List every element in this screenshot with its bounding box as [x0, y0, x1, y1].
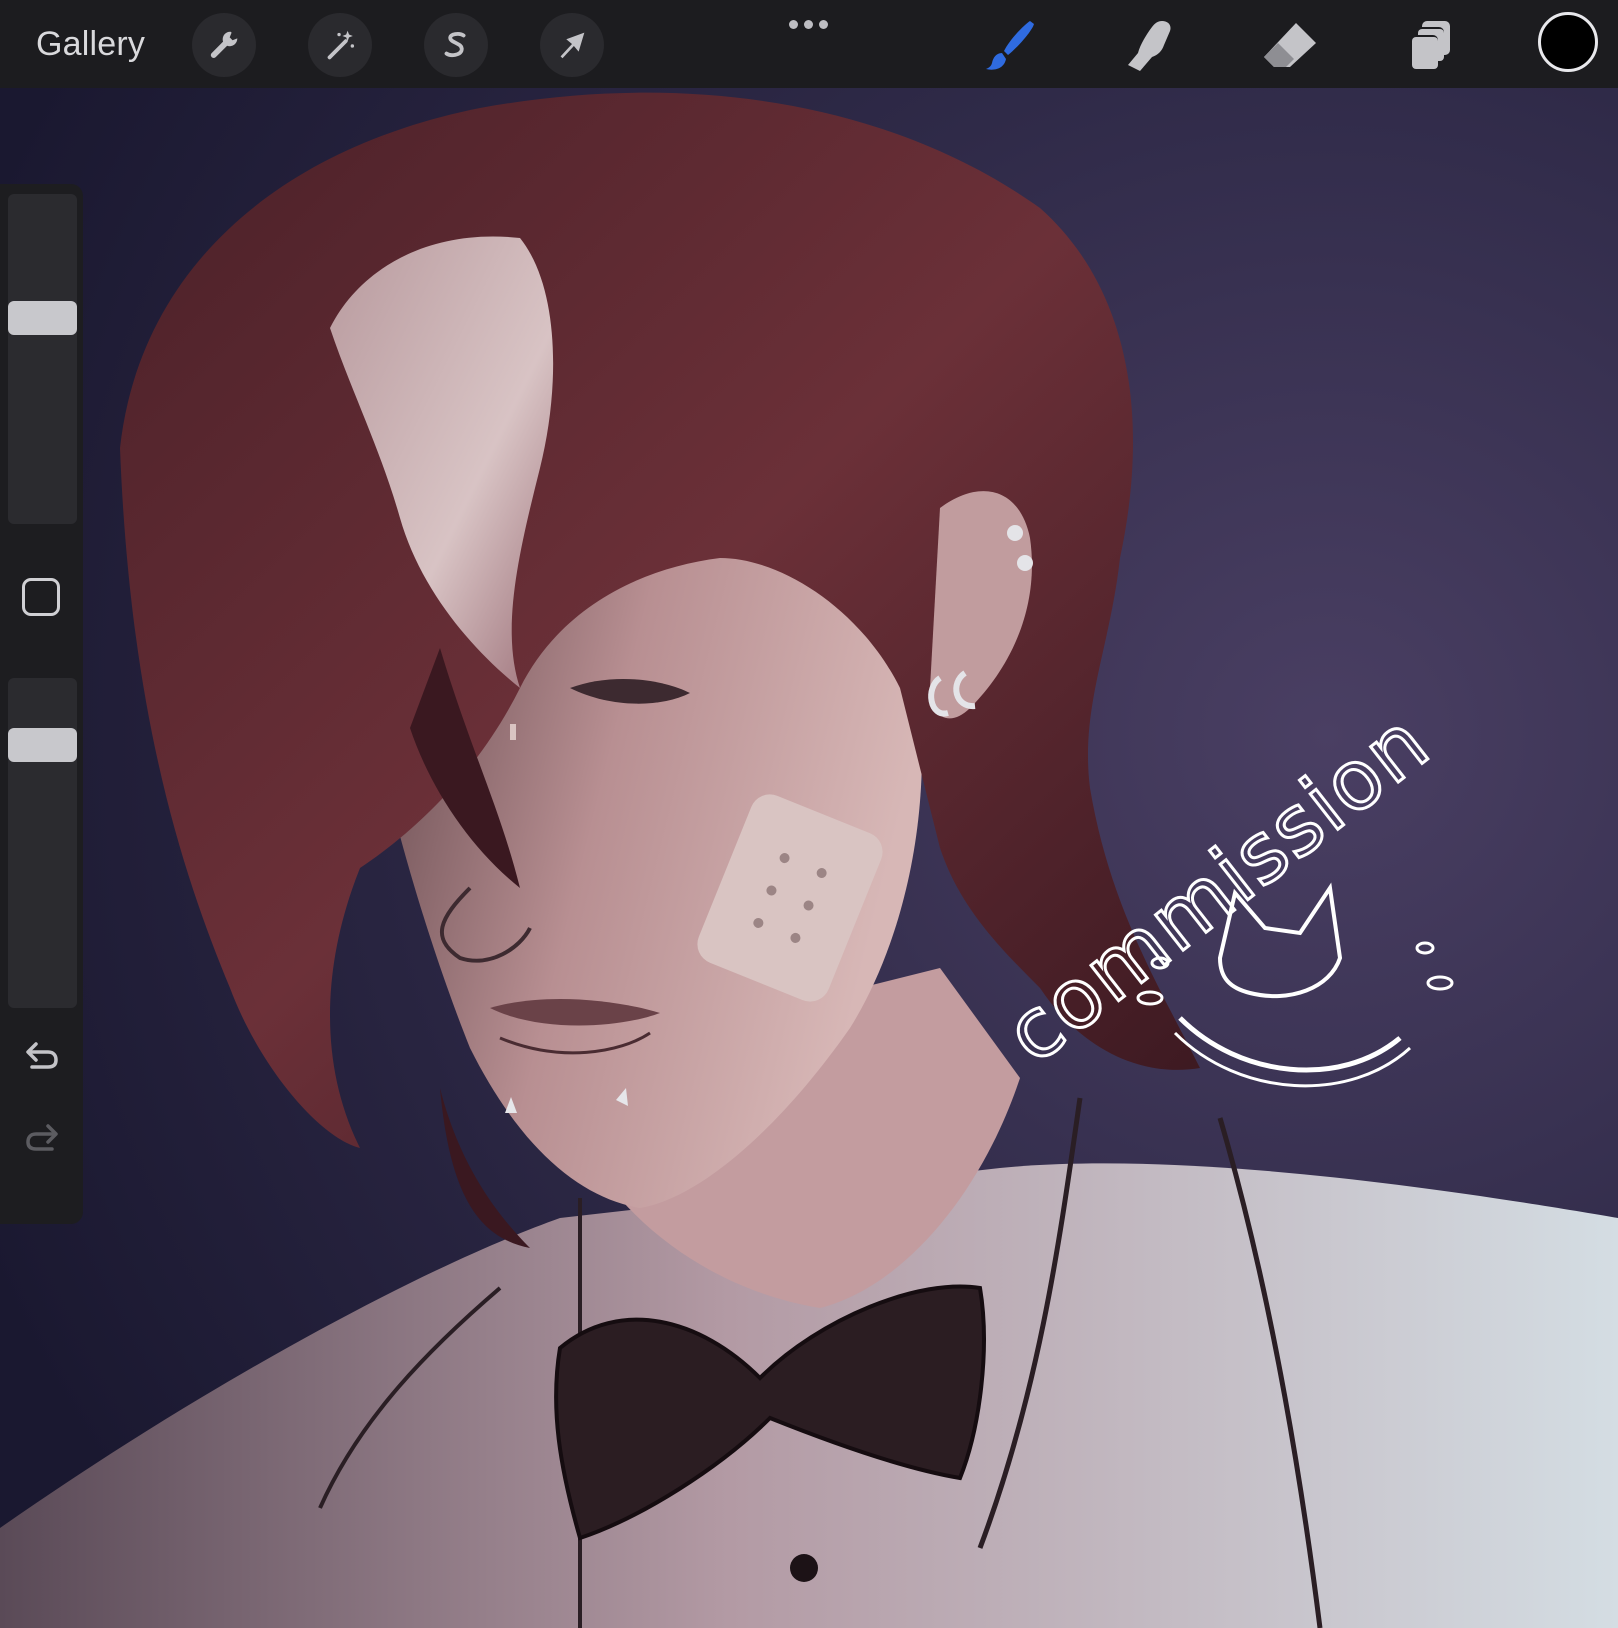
smudge-finger-icon — [1128, 21, 1171, 71]
layers-icon — [1410, 21, 1450, 69]
drawing-canvas[interactable]: commission — [0, 88, 1618, 1628]
dot-icon — [788, 19, 798, 29]
selection-button[interactable] — [424, 13, 488, 77]
redo-button[interactable] — [20, 1114, 64, 1158]
magic-wand-icon — [327, 30, 355, 60]
brush-opacity-slider[interactable] — [8, 678, 77, 1008]
eraser-tool-button[interactable] — [1260, 14, 1320, 76]
undo-icon — [26, 1042, 58, 1069]
gallery-button[interactable]: Gallery — [36, 20, 145, 68]
selection-s-icon — [444, 32, 466, 57]
undo-button[interactable] — [20, 1032, 64, 1076]
artwork: commission — [0, 88, 1618, 1628]
wrench-icon — [210, 31, 238, 59]
adjustments-button[interactable] — [308, 13, 372, 77]
arrow-cursor-icon — [560, 32, 585, 59]
transform-button[interactable] — [540, 13, 604, 77]
current-color-swatch[interactable] — [1538, 12, 1598, 72]
brush-opacity-thumb[interactable] — [8, 728, 77, 762]
smudge-tool-button[interactable] — [1120, 14, 1180, 76]
left-sidebar — [0, 184, 83, 1224]
brush-tool-button[interactable] — [980, 14, 1040, 76]
more-options-dots[interactable] — [780, 10, 836, 38]
actions-button[interactable] — [192, 13, 256, 77]
top-toolbar: Gallery — [0, 0, 1618, 88]
dot-icon — [803, 19, 813, 29]
eraser-icon — [1264, 23, 1316, 67]
square-modify-icon[interactable] — [22, 578, 60, 616]
dot-icon — [818, 19, 828, 29]
brush-icon — [986, 21, 1034, 70]
redo-icon — [26, 1124, 58, 1151]
brush-size-slider[interactable] — [8, 194, 77, 524]
layers-button[interactable] — [1400, 14, 1460, 76]
brush-size-thumb[interactable] — [8, 301, 77, 335]
